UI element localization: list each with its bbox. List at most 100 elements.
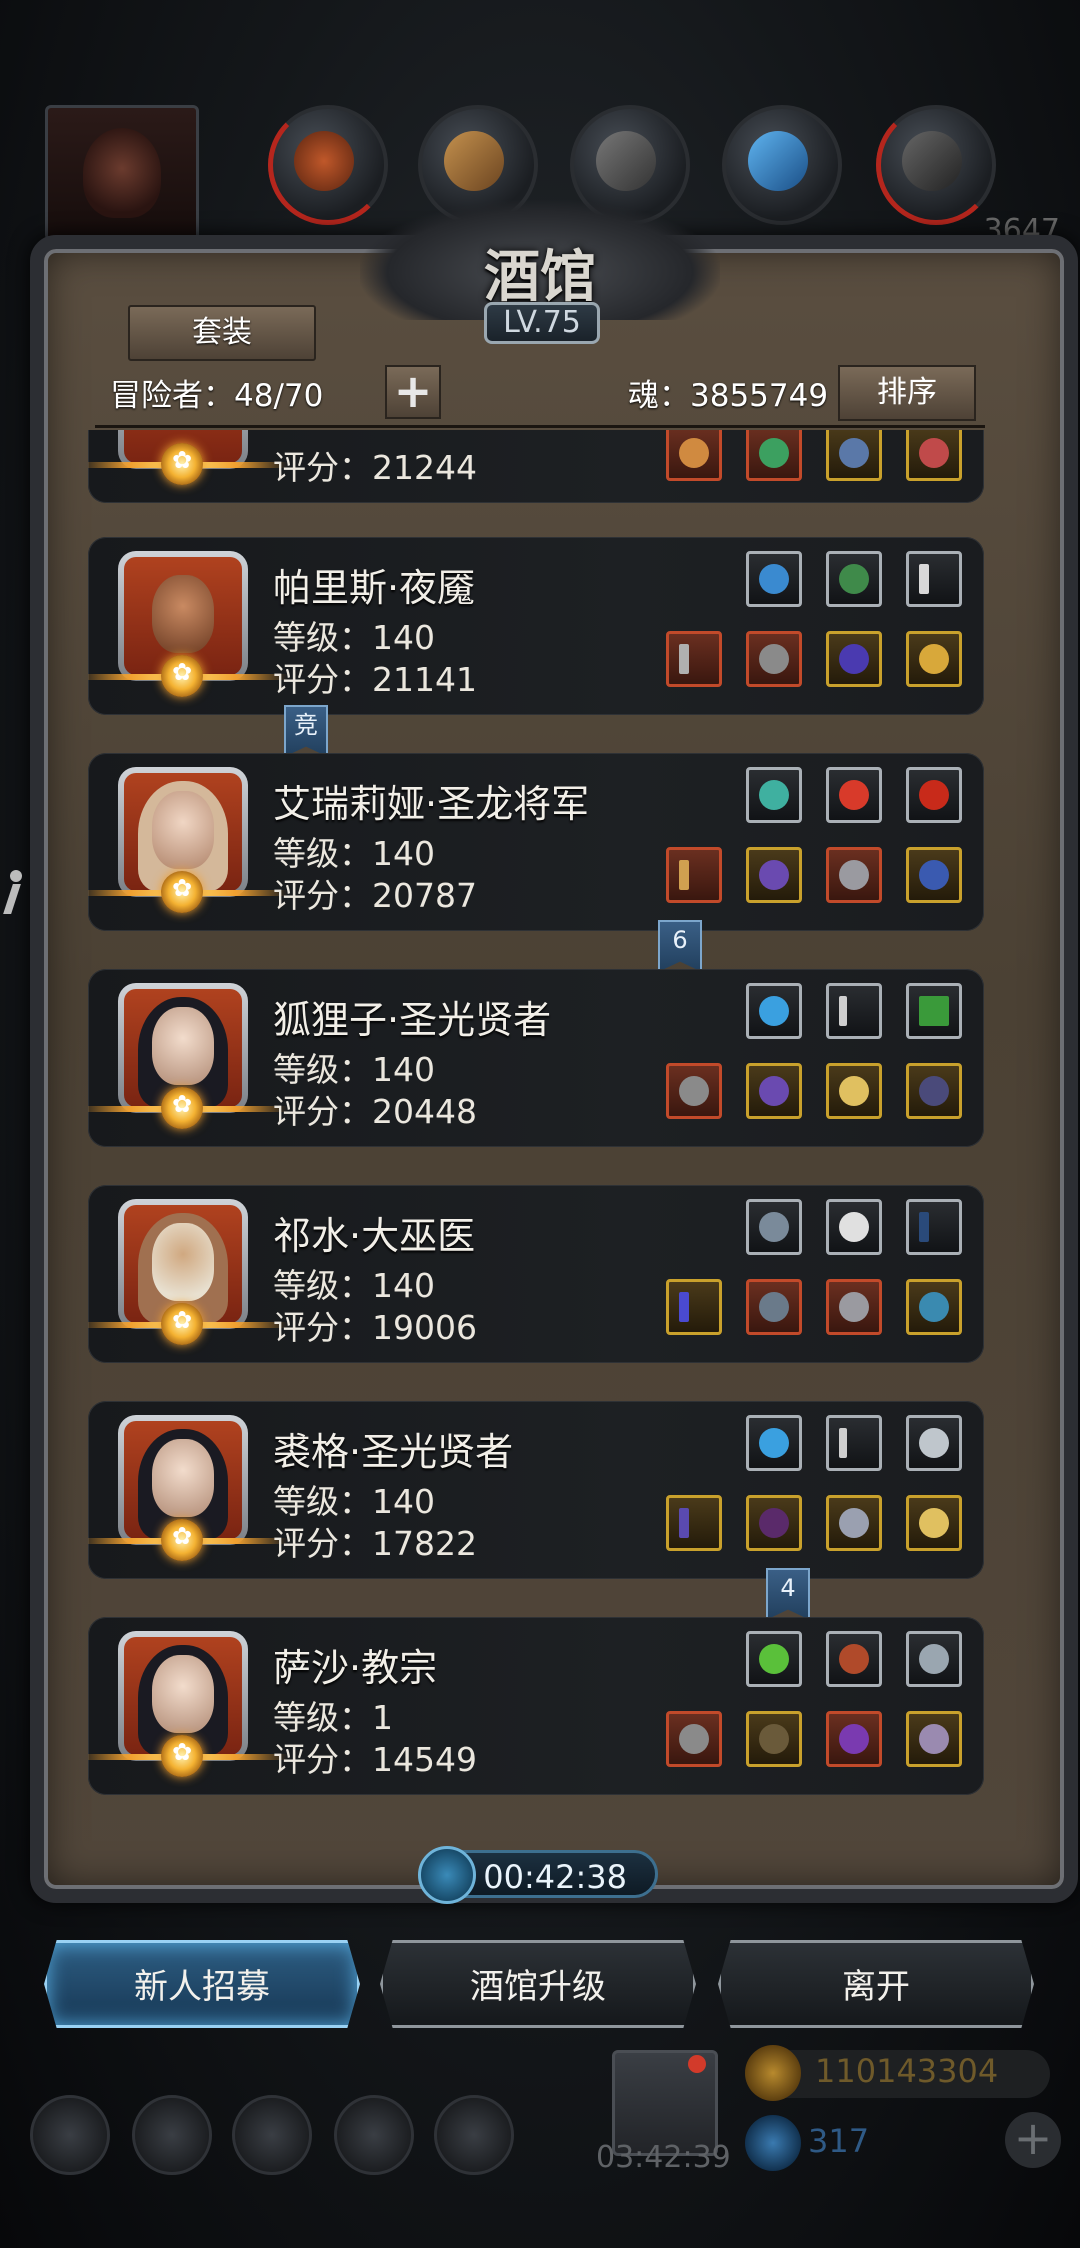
team-tag-4: 4 [766,1568,810,1620]
equip-slot-boots[interactable] [906,1063,962,1119]
running-figure-icon [2,870,28,916]
hero-score: 评分：21244 [273,448,477,487]
equip-slot-weapon[interactable] [666,430,722,481]
hero-list[interactable]: 评分：21244 帕里斯·夜魇 等级：140 评分：21141 竞 艾瑞莉娅·圣… [88,430,988,1810]
add-currency-button[interactable]: + [1005,2112,1061,2168]
player-avatar[interactable] [45,105,199,241]
gold-amount: 110143304 [815,2052,999,2090]
hero-card[interactable]: 萨沙·教宗 等级：1 评分：14549 [88,1617,984,1795]
equip-slot-crystal[interactable] [746,1631,802,1687]
hero-score: 评分：17822 [273,1524,477,1563]
equip-slot-armor[interactable] [746,1711,802,1767]
equip-slot-wand[interactable] [826,1415,882,1471]
equip-slot-tassel[interactable] [826,1631,882,1687]
equip-slot-gloves[interactable] [826,1495,882,1551]
equip-slot-accessory[interactable] [906,430,962,481]
equip-slot-amulet[interactable] [906,1279,962,1335]
hero-card[interactable]: 裘格·圣光贤者 等级：140 评分：17822 [88,1401,984,1579]
equip-slot-staff[interactable] [666,1495,722,1551]
equip-slot-orb[interactable] [746,983,802,1039]
settings-icon[interactable] [30,2095,110,2175]
equip-slot-emblem[interactable] [906,1415,962,1471]
equip-slot-gem[interactable] [826,767,882,823]
equip-slot-book[interactable] [906,983,962,1039]
recruit-button[interactable]: 新人招募 [44,1940,360,2028]
gem-amount: 317 [808,2122,870,2160]
hero-name: 裘格·圣光贤者 [273,1430,514,1474]
equip-slot-shield[interactable] [826,1063,882,1119]
add-slot-button[interactable]: + [385,365,441,419]
rank-emblem [88,1519,288,1561]
set-button[interactable]: 套装 [128,305,316,361]
hero-name: 祁水·大巫医 [273,1214,476,1258]
team-tag-6: 6 [658,920,702,972]
equip-slot-armor[interactable] [746,631,802,687]
mail-icon[interactable] [334,2095,414,2175]
equip-slot-hammer[interactable] [666,1711,722,1767]
guild-icon[interactable] [232,2095,312,2175]
hero-score: 评分：20787 [273,876,477,915]
equip-slot-robe[interactable] [746,1495,802,1551]
hero-name: 艾瑞莉娅·圣龙将军 [273,782,590,826]
equip-slot-weapon[interactable] [666,1063,722,1119]
hero-level: 等级：140 [273,834,435,873]
equip-slot-horn[interactable] [906,551,962,607]
equip-slot-armor[interactable] [746,430,802,481]
soul-count: 魂：3855749 [628,378,829,414]
resource-orb-crystal[interactable] [722,105,842,225]
equip-slot-helmet[interactable] [826,847,882,903]
equip-slot-weapon[interactable] [666,847,722,903]
equip-slot-wand[interactable] [826,983,882,1039]
notification-dot [688,2055,706,2073]
equip-slot-shield[interactable] [906,1495,962,1551]
equip-slot-orb[interactable] [746,1415,802,1471]
equip-slot-ring[interactable] [906,631,962,687]
equip-slot-stone[interactable] [746,1199,802,1255]
equip-slot-gloves[interactable] [826,1279,882,1335]
hero-level: 等级：140 [273,1266,435,1305]
hero-name: 帕里斯·夜魇 [273,566,476,610]
equip-slot-armor[interactable] [746,847,802,903]
star-icon[interactable] [132,2095,212,2175]
hero-card[interactable]: 艾瑞莉娅·圣龙将军 等级：140 评分：20787 [88,753,984,931]
panel-title: 酒馆 [484,244,596,310]
upgrade-tavern-button[interactable]: 酒馆升级 [380,1940,696,2028]
equip-slot-cup[interactable] [826,551,882,607]
hero-level: 等级：140 [273,618,435,657]
clock-icon [418,1846,476,1904]
hero-level: 等级：140 [273,1050,435,1089]
equip-slot-bracelet[interactable] [906,1711,962,1767]
equip-slot-weapon[interactable] [666,631,722,687]
equip-slot-staff[interactable] [666,1279,722,1335]
resource-orb-stone[interactable] [876,105,996,225]
hero-card[interactable]: 狐狸子·圣光贤者 等级：140 评分：20448 [88,969,984,1147]
hero-card[interactable]: 评分：21244 [88,430,984,503]
rank-emblem [88,443,288,485]
hero-level: 等级：1 [273,1698,393,1737]
equip-slot-gloves[interactable] [826,430,882,481]
hero-score: 评分：21141 [273,660,477,699]
equip-slot-armor[interactable] [746,1063,802,1119]
sort-button[interactable]: 排序 [838,365,976,421]
hero-name: 萨沙·教宗 [273,1646,438,1690]
equip-slot-orb[interactable] [746,551,802,607]
equip-slot-bow[interactable] [906,1199,962,1255]
gift-timer: 03:42:39 [596,2140,731,2175]
equip-slot-gauntlet[interactable] [826,1711,882,1767]
hero-card[interactable]: 帕里斯·夜魇 等级：140 评分：21141 [88,537,984,715]
leave-button[interactable]: 离开 [718,1940,1034,2028]
arena-tag: 竞 [284,705,328,757]
chat-icon[interactable] [434,2095,514,2175]
hero-card[interactable]: 祁水·大巫医 等级：140 评分：19006 [88,1185,984,1363]
equip-slot-ring[interactable] [906,847,962,903]
equip-slot-mask[interactable] [906,1631,962,1687]
hero-level: 等级：140 [273,1482,435,1521]
equip-slot-orb[interactable] [746,767,802,823]
rank-emblem [88,655,288,697]
equip-slot-feather[interactable] [826,1199,882,1255]
hero-score: 评分：19006 [273,1308,477,1347]
equip-slot-jewel[interactable] [906,767,962,823]
hero-name: 狐狸子·圣光贤者 [273,998,552,1042]
equip-slot-belt[interactable] [826,631,882,687]
equip-slot-armor[interactable] [746,1279,802,1335]
